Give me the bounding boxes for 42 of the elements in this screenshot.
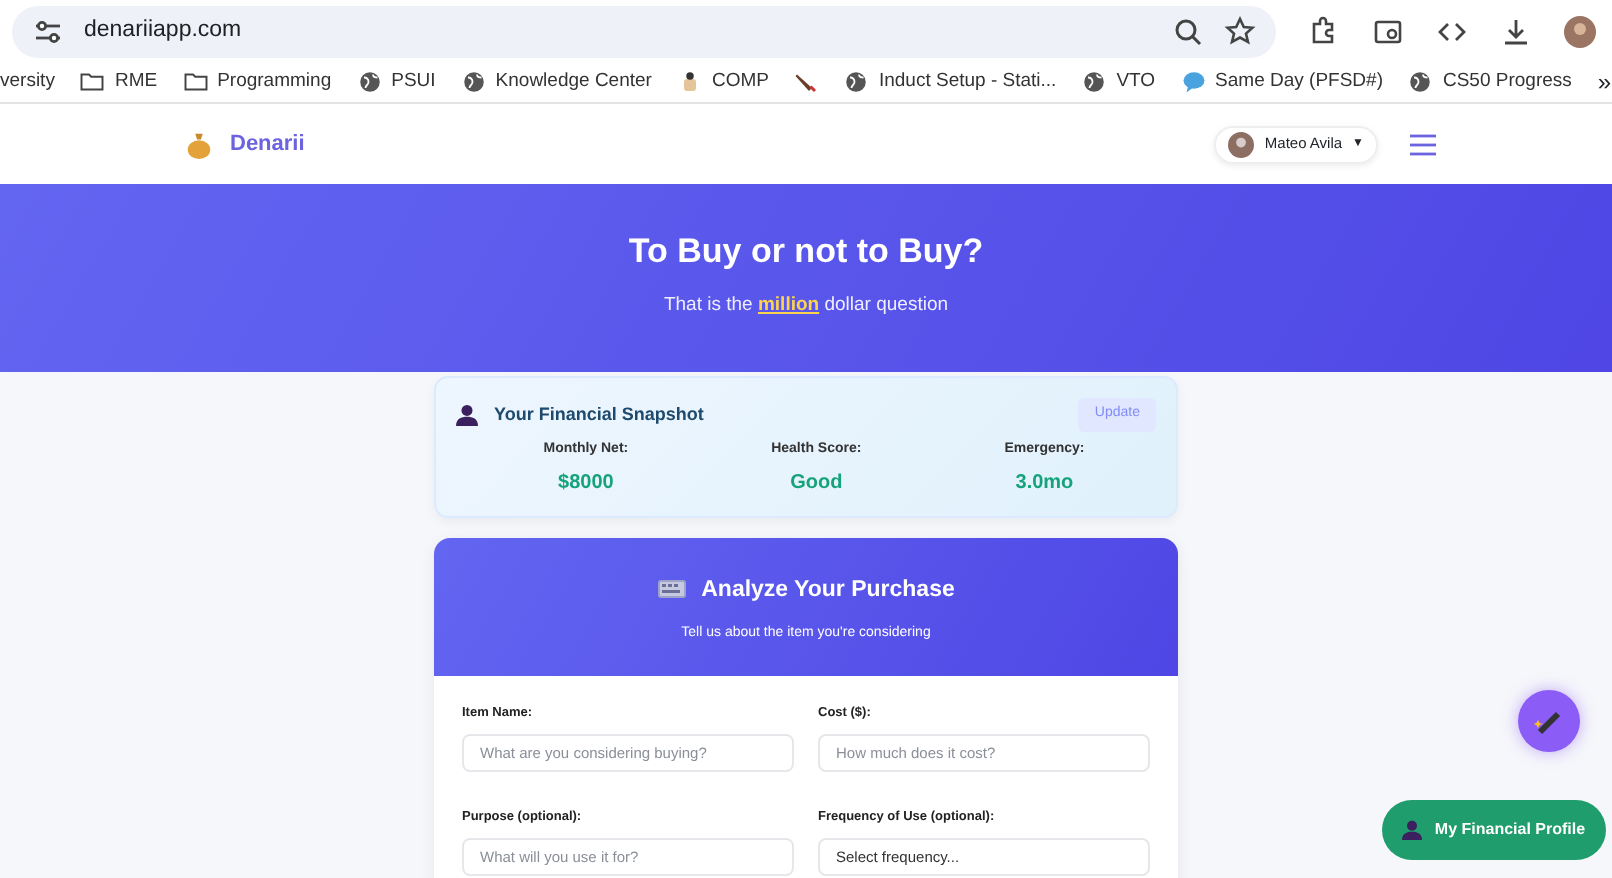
bookmark-label[interactable]: RME [114, 67, 158, 97]
more-bookmarks-chevron[interactable]: » [1597, 64, 1612, 100]
site-settings-icon[interactable] [32, 15, 64, 47]
bookmark-label[interactable]: Knowledge Center [495, 67, 652, 97]
magic-wand-button[interactable] [1518, 690, 1580, 752]
person-icon [1402, 820, 1423, 840]
menu-icon[interactable] [1410, 133, 1436, 155]
avatar-icon [1228, 131, 1255, 157]
bookmark-label[interactable]: PSUI [391, 67, 436, 97]
bookmark-label[interactable]: CS50 Progress [1442, 67, 1572, 97]
bookmark-label[interactable]: COMP [711, 67, 769, 97]
keyboard-icon [657, 580, 686, 603]
analyze-title: Analyze Your Purchase [701, 576, 955, 606]
hero-title: To Buy or not to Buy? [628, 232, 984, 270]
bookmark-label[interactable]: VTO [1116, 67, 1156, 97]
stat-value: 3.0mo [1013, 470, 1076, 498]
folder-icon [80, 70, 105, 94]
folder-icon [183, 70, 208, 94]
zoom-icon[interactable] [1172, 15, 1204, 47]
stat-value: Good [788, 470, 845, 498]
address-bar[interactable]: denariiapp.com [12, 5, 1276, 57]
bookmark-label[interactable]: Programming [217, 67, 332, 97]
globe-icon [844, 70, 869, 94]
globe-icon [461, 70, 486, 94]
stat-value: $8000 [556, 470, 616, 498]
url-text: denariiapp.com [84, 15, 242, 46]
profile-avatar-icon[interactable] [1564, 15, 1596, 47]
bookmark-item[interactable]: versity [0, 67, 55, 97]
brand-name[interactable]: Denarii [230, 127, 305, 161]
bookmark-label[interactable]: Same Day (PFSD#) [1215, 67, 1383, 97]
bookmark-label[interactable]: Induct Setup - Stati... [878, 67, 1057, 97]
globe-icon [1082, 70, 1107, 94]
hero-subtitle: That is the million dollar question [663, 294, 949, 317]
chat-bubble-icon [1181, 70, 1206, 94]
money-bag-icon [184, 129, 214, 159]
person-icon [456, 403, 478, 426]
snapshot-title: Your Financial Snapshot [494, 401, 704, 428]
bookmark-star-icon[interactable] [1224, 15, 1256, 47]
globe-icon [1408, 70, 1433, 94]
download-icon[interactable] [1500, 15, 1532, 47]
cast-search-icon[interactable] [1372, 15, 1404, 47]
globe-icon [357, 70, 382, 94]
